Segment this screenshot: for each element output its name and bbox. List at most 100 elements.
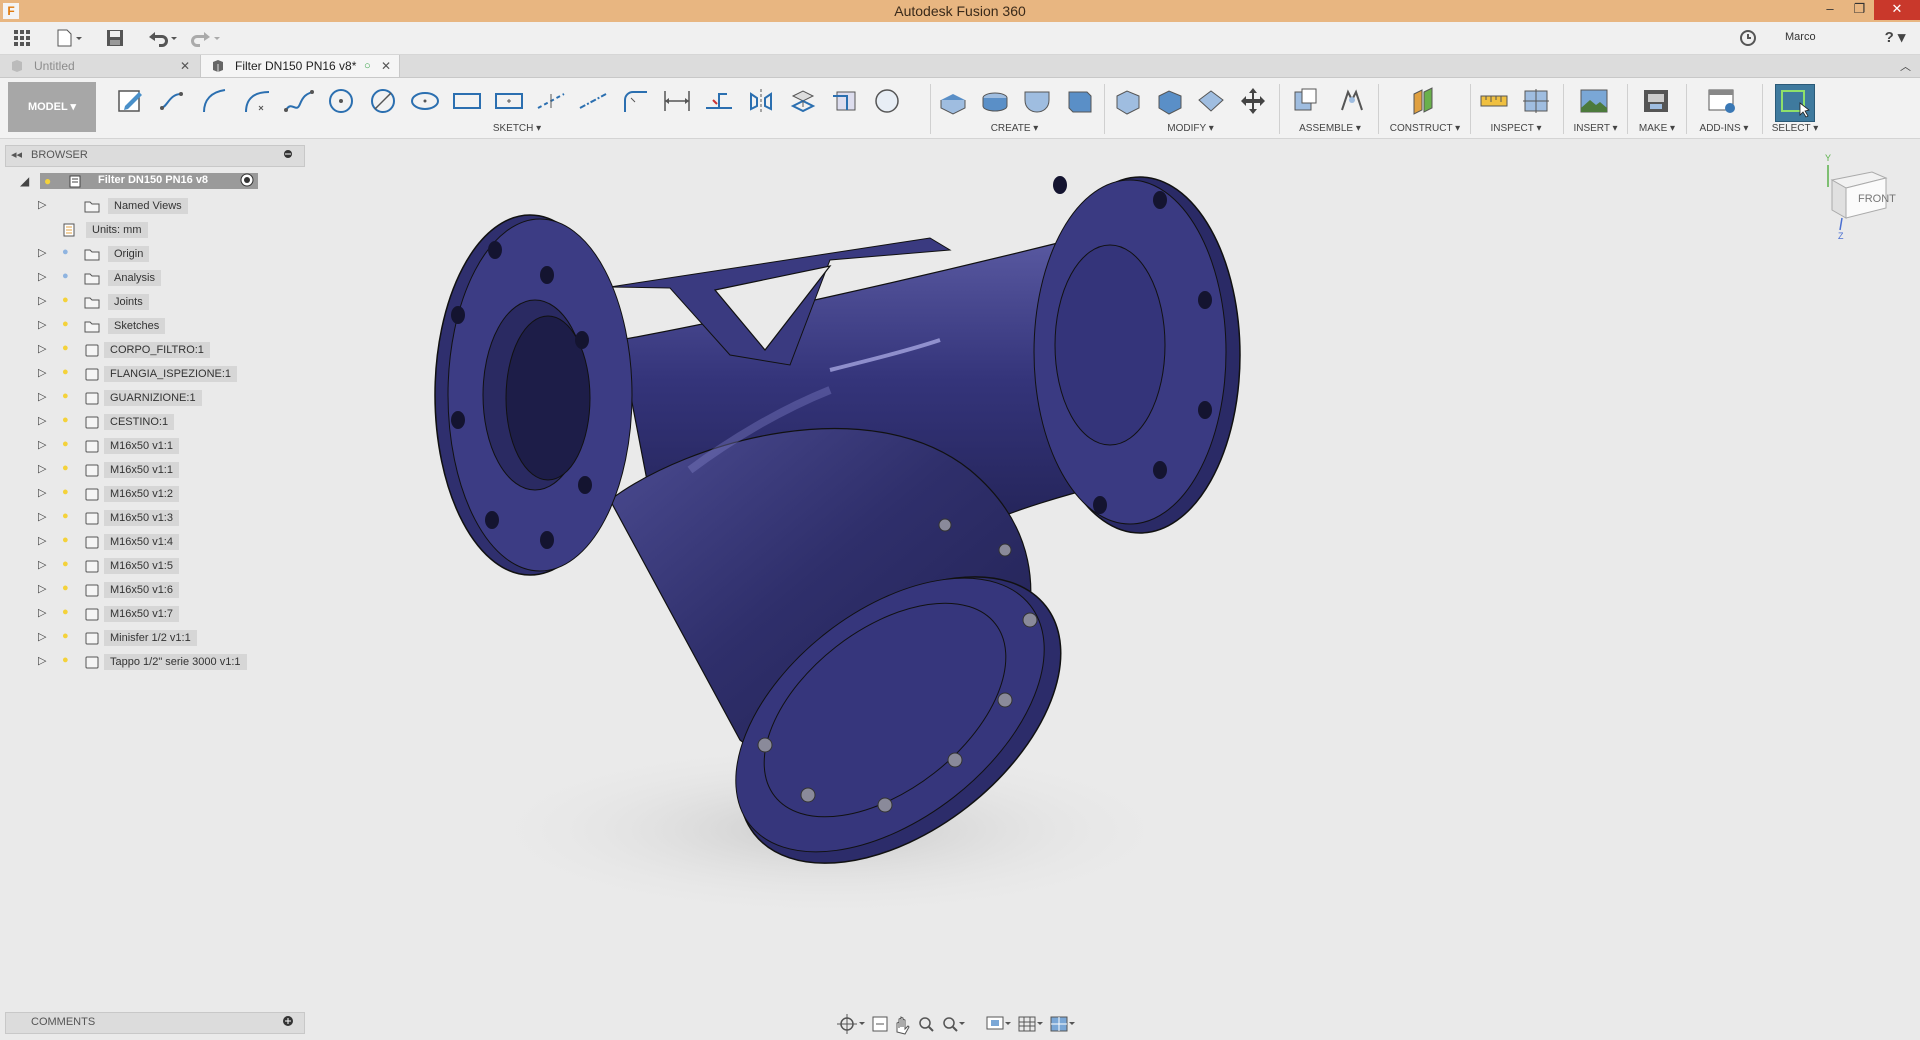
expand-arrow-icon[interactable]: ▷ — [38, 294, 46, 307]
ellipse-tool-icon[interactable] — [409, 86, 441, 116]
browser-item[interactable]: ▷ ● Joints — [38, 292, 278, 312]
visibility-bulb-icon[interactable]: ● — [62, 270, 69, 282]
expand-arrow-icon[interactable]: ▷ — [38, 534, 46, 547]
comments-panel-header[interactable]: COMMENTS — [5, 1012, 305, 1034]
close-tab-icon[interactable]: ✕ — [180, 55, 190, 77]
circle-tool-icon[interactable] — [325, 86, 357, 116]
expand-arrow-icon[interactable]: ▷ — [38, 414, 46, 427]
file-menu-icon[interactable] — [55, 28, 83, 48]
browser-item[interactable]: ▷ ● FLANGIA_ISPEZIONE:1 — [38, 364, 278, 384]
expand-arrow-icon[interactable]: ▷ — [38, 318, 46, 331]
expand-arrow-icon[interactable]: ▷ — [38, 438, 46, 451]
expand-arrow-icon[interactable]: ▷ — [38, 462, 46, 475]
expand-arrow-icon[interactable]: ▷ — [38, 606, 46, 619]
browser-item[interactable]: ▷ ● M16x50 v1:1 — [38, 460, 278, 480]
revolve-icon[interactable] — [979, 86, 1011, 116]
browser-item[interactable]: ▷ ● M16x50 v1:1 — [38, 436, 278, 456]
center-rectangle-icon[interactable] — [493, 86, 525, 116]
offset-plane-icon[interactable] — [1408, 86, 1440, 116]
section-analysis-icon[interactable] — [1520, 86, 1552, 116]
expand-arrow-icon[interactable]: ▷ — [38, 366, 46, 379]
undo-icon[interactable] — [145, 28, 179, 48]
visibility-bulb-icon[interactable]: ● — [62, 294, 69, 306]
modify-menu[interactable]: MODIFY ▾ — [1163, 123, 1218, 134]
browser-item[interactable]: ▷ Named Views — [38, 196, 278, 216]
spline-tool-icon[interactable] — [283, 86, 315, 116]
insert-menu[interactable]: INSERT ▾ — [1568, 123, 1623, 134]
expand-arrow-icon[interactable]: ▷ — [38, 510, 46, 523]
joint-icon[interactable] — [1336, 86, 1368, 116]
browser-item[interactable]: ▷ ● M16x50 v1:4 — [38, 532, 278, 552]
restore-button[interactable]: ❐ — [1845, 0, 1874, 20]
workspace-switcher-button[interactable]: MODEL ▾ — [8, 82, 96, 132]
visibility-bulb-icon[interactable]: ● — [44, 174, 51, 188]
browser-item[interactable]: ▷ ● CORPO_FILTRO:1 — [38, 340, 278, 360]
browser-item[interactable]: ▷ ● GUARNIZIONE:1 — [38, 388, 278, 408]
expand-arrow-icon[interactable]: ▷ — [38, 582, 46, 595]
visibility-bulb-icon[interactable]: ● — [62, 390, 69, 402]
minimize-button[interactable]: – — [1815, 0, 1845, 20]
visibility-bulb-icon[interactable]: ● — [62, 630, 69, 642]
visibility-bulb-icon[interactable]: ● — [62, 606, 69, 618]
save-icon[interactable] — [105, 28, 125, 48]
visibility-bulb-icon[interactable]: ● — [62, 318, 69, 330]
stop-sketch-icon[interactable] — [871, 86, 903, 116]
create-sketch-icon[interactable] — [115, 86, 147, 116]
tab-untitled[interactable]: Untitled ✕ — [0, 55, 198, 77]
create-menu[interactable]: CREATE ▾ — [987, 123, 1042, 134]
collapse-browser-icon[interactable]: ◂◂ — [11, 148, 22, 161]
expand-arrow-icon[interactable]: ▷ — [38, 390, 46, 403]
visibility-bulb-icon[interactable]: ● — [62, 438, 69, 450]
scripts-addins-icon[interactable] — [1706, 86, 1738, 116]
visibility-bulb-icon[interactable]: ● — [62, 510, 69, 522]
zoom-icon[interactable] — [919, 1017, 934, 1032]
close-window-button[interactable]: ✕ — [1874, 0, 1920, 20]
browser-item[interactable]: ▷ ● M16x50 v1:3 — [38, 508, 278, 528]
help-icon[interactable]: ? ▾ — [1878, 28, 1912, 48]
collapse-toolbar-icon[interactable]: ︿ — [1900, 58, 1911, 74]
select-menu[interactable]: SELECT ▾ — [1765, 123, 1825, 134]
browser-panel-header[interactable]: ◂◂ BROWSER — [5, 145, 305, 167]
browser-root-row[interactable]: ◢ ● Filter DN150 PN16 v8 — [20, 171, 280, 191]
visibility-bulb-icon[interactable]: ● — [62, 486, 69, 498]
mirror-sketch-icon[interactable] — [745, 86, 777, 116]
assemble-menu[interactable]: ASSEMBLE ▾ — [1295, 123, 1365, 134]
browser-item[interactable]: ▷ ● M16x50 v1:6 — [38, 580, 278, 600]
fit-zoom-icon[interactable] — [943, 1017, 965, 1032]
browser-item[interactable]: ▷ ● M16x50 v1:7 — [38, 604, 278, 624]
browser-item[interactable]: ▷ ● Origin — [38, 244, 278, 264]
move-icon[interactable] — [1237, 86, 1269, 116]
expand-arrow-icon[interactable]: ▷ — [38, 654, 46, 667]
addins-menu[interactable]: ADD-INS ▾ — [1693, 123, 1755, 134]
measure-icon[interactable] — [1478, 86, 1510, 116]
diameter-circle-icon[interactable] — [367, 86, 399, 116]
fillet-icon[interactable] — [1153, 86, 1185, 116]
select-tool-button[interactable] — [1775, 84, 1815, 122]
visibility-bulb-icon[interactable]: ● — [62, 366, 69, 378]
project-tool-icon[interactable] — [787, 86, 819, 116]
add-comment-icon[interactable] — [282, 1015, 294, 1027]
pan-hand-icon[interactable] — [896, 1016, 910, 1035]
browser-item[interactable]: ▷ ● CESTINO:1 — [38, 412, 278, 432]
display-settings-icon[interactable] — [986, 1016, 1011, 1030]
fillet-sketch-icon[interactable] — [619, 86, 651, 116]
expand-arrow-icon[interactable]: ▷ — [38, 486, 46, 499]
trim-tool-icon[interactable] — [703, 86, 735, 116]
press-pull-icon[interactable] — [1111, 86, 1143, 116]
collapse-root-icon[interactable]: ◢ — [20, 174, 29, 188]
visibility-bulb-icon[interactable]: ● — [62, 246, 69, 258]
inspect-menu[interactable]: INSPECT ▾ — [1485, 123, 1547, 134]
job-status-clock-icon[interactable] — [1738, 28, 1758, 48]
extrude-icon[interactable] — [937, 86, 969, 116]
three-point-arc-icon[interactable] — [241, 86, 273, 116]
visibility-bulb-icon[interactable]: ● — [62, 534, 69, 546]
browser-item[interactable]: ▷ ● Analysis — [38, 268, 278, 288]
construction-line-icon[interactable] — [535, 86, 567, 116]
expand-arrow-icon[interactable]: ▷ — [38, 270, 46, 283]
construct-menu[interactable]: CONSTRUCT ▾ — [1385, 123, 1465, 134]
expand-arrow-icon[interactable]: ▷ — [38, 198, 46, 211]
3d-print-icon[interactable] — [1640, 86, 1672, 116]
browser-item[interactable]: ▷ ● M16x50 v1:5 — [38, 556, 278, 576]
sketch-plane-icon[interactable] — [829, 86, 861, 116]
visibility-bulb-icon[interactable]: ● — [62, 342, 69, 354]
